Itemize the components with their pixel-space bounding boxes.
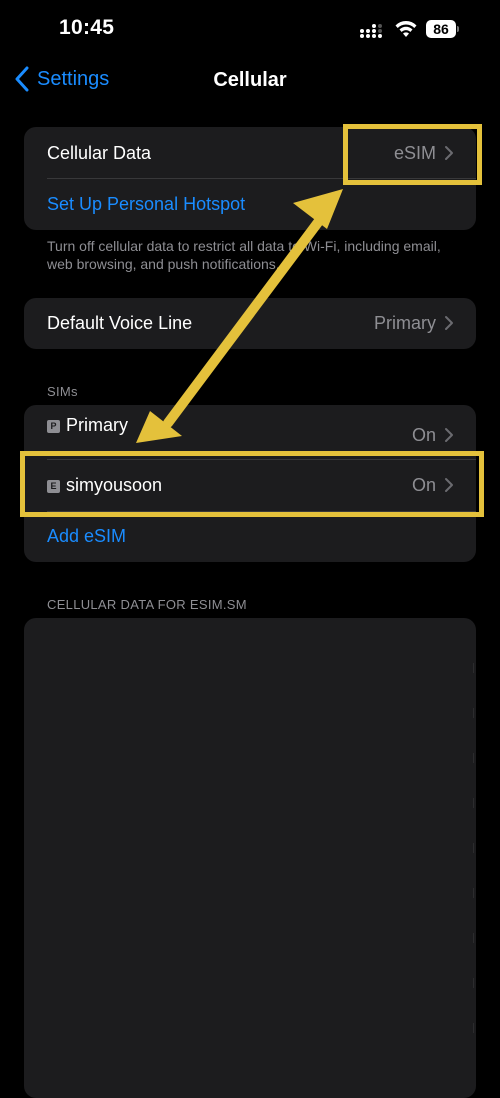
battery-icon: 86 <box>426 20 460 38</box>
cellular-data-footnote: Turn off cellular data to restrict all d… <box>47 238 441 272</box>
page-title: Cellular <box>213 69 287 91</box>
default-voice-line-group: Default Voice Line Primary <box>24 298 476 349</box>
esim-value-highlight <box>343 124 482 185</box>
sims-section-header: SIMs <box>47 384 78 399</box>
status-time: 10:45 <box>59 16 115 39</box>
cellular-data-label: Cellular Data <box>47 142 152 163</box>
battery-level: 86 <box>426 20 456 38</box>
cellular-data-usage-list <box>24 618 476 1098</box>
sim-badge-icon: P <box>47 420 60 433</box>
simyousoon-row-highlight <box>20 451 484 517</box>
cellular-data-usage-header: CELLULAR DATA FOR ESIM.SM <box>47 597 247 612</box>
sim-name-primary: P Primary <box>47 415 128 436</box>
personal-hotspot-row[interactable]: Set Up Personal Hotspot <box>24 179 476 229</box>
add-esim-link: Add eSIM <box>47 525 127 546</box>
chevron-right-icon <box>445 428 453 442</box>
chevron-right-icon <box>445 316 453 330</box>
add-esim-row[interactable]: Add eSIM <box>24 511 476 561</box>
default-voice-line-value: Primary <box>374 312 436 333</box>
sim-status-primary: On <box>411 425 436 445</box>
default-voice-line-row[interactable]: Default Voice Line Primary <box>24 298 476 348</box>
cellular-signal-icon <box>360 24 382 38</box>
personal-hotspot-link: Set Up Personal Hotspot <box>47 193 246 214</box>
wifi-icon <box>395 21 417 37</box>
default-voice-line-label: Default Voice Line <box>47 312 193 333</box>
